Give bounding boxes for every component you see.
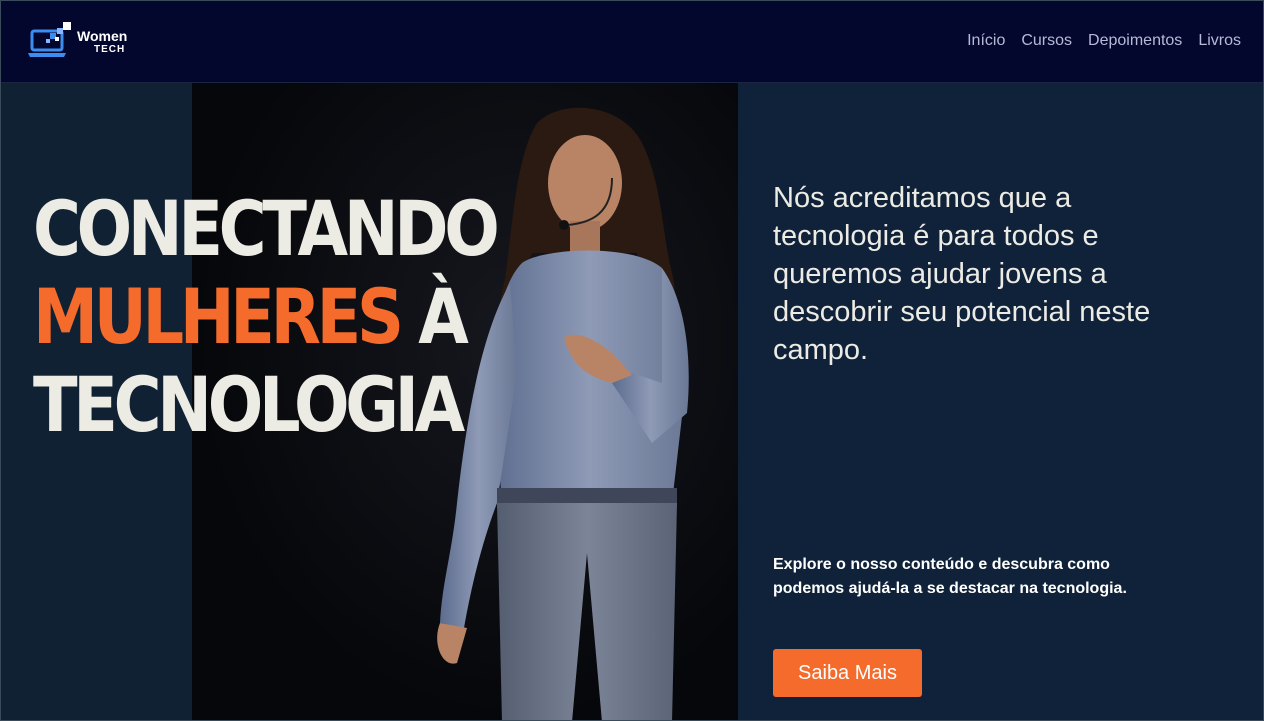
headline-line-1: CONECTANDO bbox=[33, 184, 500, 273]
headline-accent: MULHERES bbox=[33, 272, 404, 361]
laptop-pixels-icon bbox=[28, 22, 71, 57]
hero-lead-text: Nós acreditamos que a tecnologia é para … bbox=[773, 182, 1151, 366]
hero-sub-text: Explore o nosso conteúdo e descubra como… bbox=[773, 556, 1127, 597]
brand-logo[interactable]: Women TECH bbox=[28, 20, 138, 62]
headline-line-3: TECNOLOGIA bbox=[33, 360, 465, 449]
hero-headline: CONECTANDO MULHERES À TECNOLOGIA bbox=[33, 184, 500, 449]
brand-sub: TECH bbox=[94, 44, 126, 55]
saiba-mais-button[interactable]: Saiba Mais bbox=[773, 649, 922, 697]
brand-name: Women bbox=[77, 28, 128, 44]
main-nav: Início Cursos Depoimentos Livros bbox=[967, 32, 1241, 50]
nav-link-inicio[interactable]: Início bbox=[967, 32, 1005, 50]
nav-link-depoimentos[interactable]: Depoimentos bbox=[1088, 32, 1182, 50]
page: Women TECH Início Cursos Depoimentos Liv… bbox=[0, 0, 1264, 721]
headline-line-2-rest: À bbox=[399, 272, 469, 361]
nav-link-livros[interactable]: Livros bbox=[1198, 32, 1241, 50]
headline-line-2: MULHERES À bbox=[33, 273, 495, 361]
nav-link-cursos[interactable]: Cursos bbox=[1021, 32, 1072, 50]
site-header: Women TECH Início Cursos Depoimentos Liv… bbox=[1, 1, 1263, 83]
